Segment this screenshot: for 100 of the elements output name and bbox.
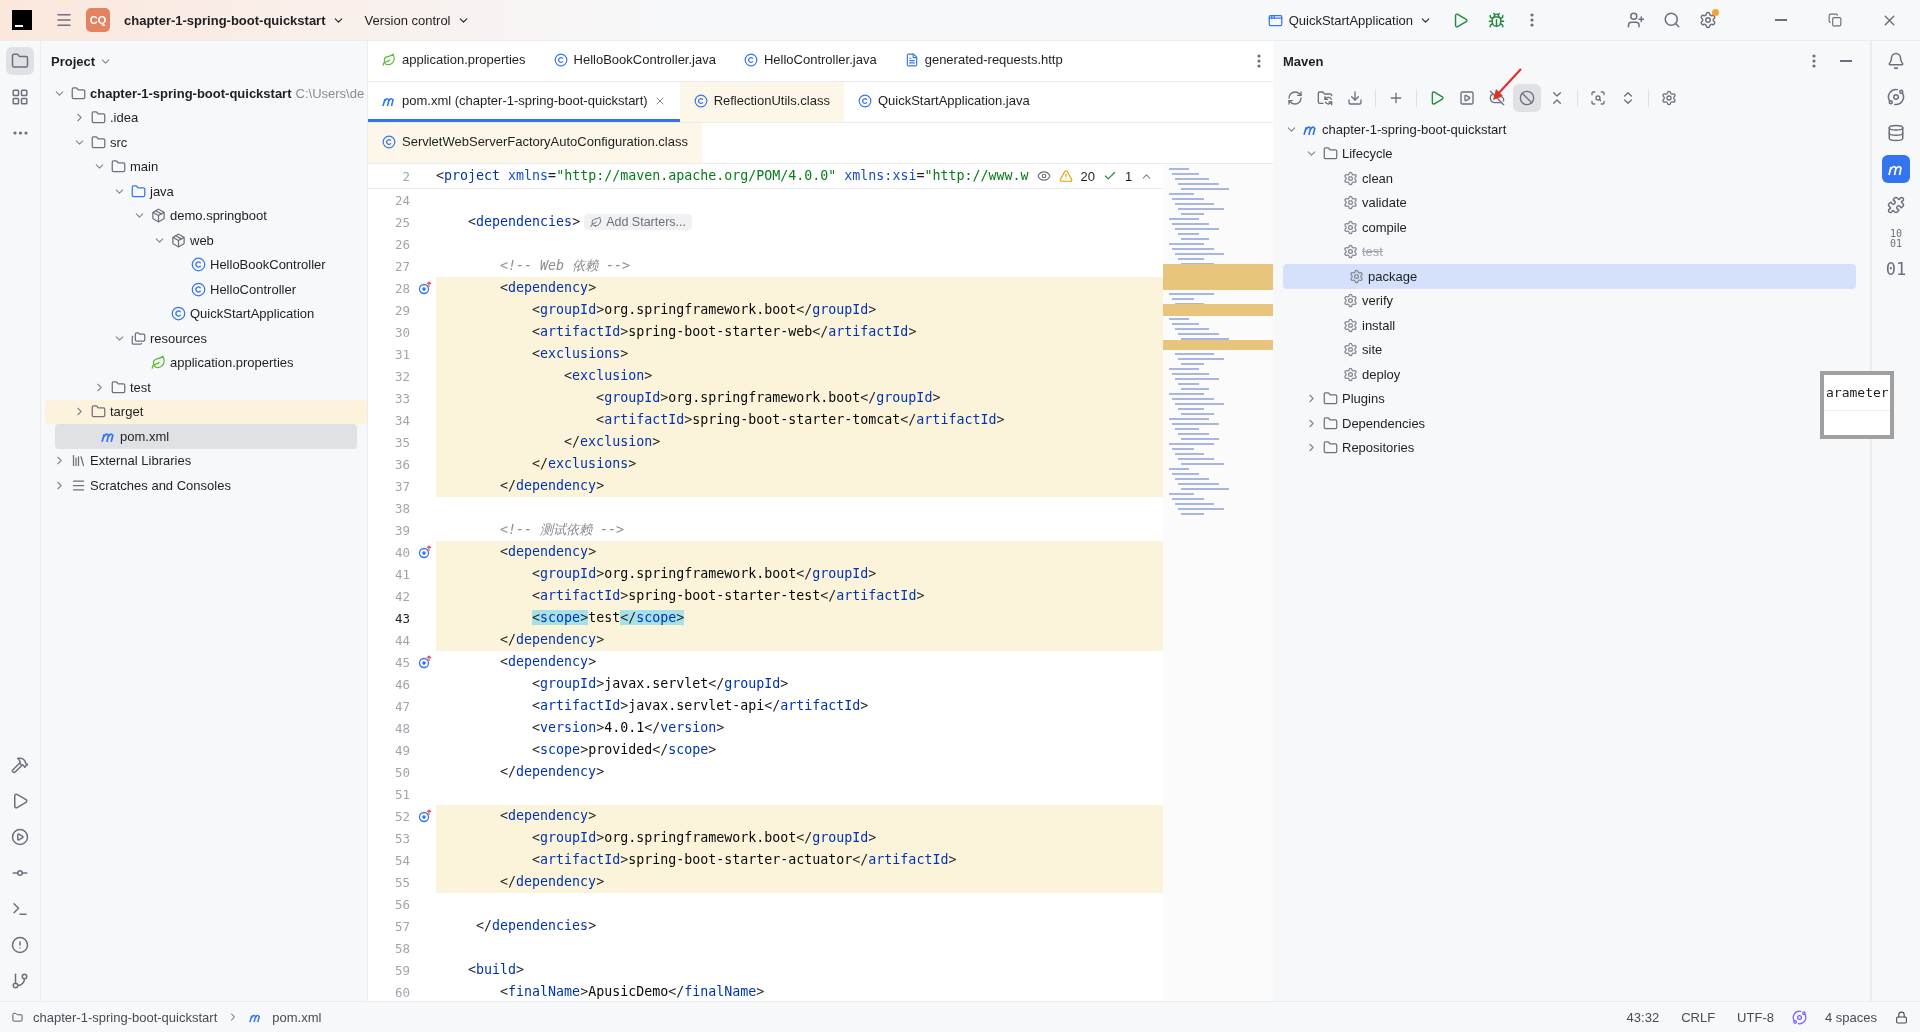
tree-item-label: External Libraries [90, 453, 192, 469]
code-line: <dependency> [499, 279, 597, 297]
line-number: 28 [393, 280, 410, 296]
line-number: 26 [393, 236, 410, 252]
code-line: <scope>test</scope> [531, 609, 685, 627]
code-line: <artifactId>spring-boot-starter-actuator</artifactId> [531, 851, 957, 869]
project-badge: CQ [86, 8, 110, 32]
code-line: </dependency> [499, 631, 605, 649]
parameter-tooltip: arameter [1820, 371, 1894, 439]
code-line: <scope>provided</scope> [531, 741, 717, 759]
line-number: 30 [393, 324, 410, 340]
tree-item-label: pom.xml [120, 428, 170, 444]
line-number: 53 [393, 830, 410, 846]
code-line: <exclusions> [531, 345, 629, 363]
line-number: 29 [393, 302, 410, 318]
tree-item-label: java [150, 183, 174, 199]
line-number: 24 [393, 192, 410, 208]
code-line: <artifactId>javax.servlet-api</artifactId> [531, 697, 869, 715]
code-line: </dependency> [499, 873, 605, 891]
maven-item-label: Repositories [1342, 440, 1415, 456]
line-number: 47 [393, 698, 410, 714]
tree-item-label: target [110, 404, 144, 420]
line-number: 39 [393, 522, 410, 538]
code-line: <build> [467, 961, 525, 979]
line-number: 2 [401, 168, 410, 184]
code-line: </dependency> [499, 763, 605, 781]
tree-item-label: QuickStartApplication [190, 306, 315, 322]
code-line: </exclusion> [563, 433, 661, 451]
code-line: <groupId>org.springframework.boot</groupId> [531, 565, 877, 583]
line-number: 58 [393, 940, 410, 956]
maven-item-label: Plugins [1342, 391, 1385, 407]
line-number: 52 [393, 808, 410, 824]
line-number: 35 [393, 434, 410, 450]
line-number: 60 [393, 984, 410, 1000]
line-number: 40 [393, 544, 410, 560]
line-number: 38 [393, 500, 410, 516]
code-line: <exclusion> [563, 367, 653, 385]
tree-item-label: HelloController [210, 281, 296, 297]
code-line: <artifactId>spring-boot-starter-web</artifactId> [531, 323, 917, 341]
line-number: 50 [393, 764, 410, 780]
line-number: 49 [393, 742, 410, 758]
maven-item-label: site [1362, 342, 1383, 358]
line-number: 56 [393, 896, 410, 912]
line-number: 55 [393, 874, 410, 890]
line-number: 54 [393, 852, 410, 868]
line-number: 41 [393, 566, 410, 582]
line-number: 44 [393, 632, 410, 648]
code-line: <groupId>javax.servlet</groupId> [531, 675, 789, 693]
line-number: 59 [393, 962, 410, 978]
line-number: 34 [393, 412, 410, 428]
code-line: <groupId>org.springframework.boot</groupId> [531, 301, 877, 319]
code-line: <!-- 测试依赖 --> [499, 521, 625, 539]
tree-item-label: src [110, 134, 128, 150]
tree-item-label: web [190, 232, 214, 248]
line-number: 27 [393, 258, 410, 274]
path-hint: C:\Users\de [295, 85, 365, 101]
line-number: 25 [393, 214, 410, 230]
code-line: <!-- Web 依赖 --> [499, 257, 631, 275]
sticky-code-line: <project xmlns="http://maven.apache.org/POM/4.0.0" xmlns:xsi="http://www.w [436, 167, 1029, 185]
tree-item-label: .idea [110, 110, 139, 126]
tree-item-label: HelloBookController [210, 257, 326, 273]
code-line: <groupId>org.springframework.boot</groupId> [531, 829, 877, 847]
code-line: <groupId>org.springframework.boot</groupId> [595, 389, 941, 407]
maven-item-label: compile [1362, 219, 1407, 235]
maven-item-label: verify [1362, 293, 1394, 309]
line-number: 37 [393, 478, 410, 494]
code-line: <version>4.0.1</version> [531, 719, 725, 737]
maven-item-label: package [1368, 268, 1418, 284]
tree-item-label: chapter-1-spring-boot-quickstart [90, 85, 292, 101]
tree-item-label: demo.springboot [170, 208, 267, 224]
line-number: 43 [393, 610, 410, 626]
line-number: 32 [393, 368, 410, 384]
code-line: </exclusions> [531, 455, 637, 473]
line-number: 57 [393, 918, 410, 934]
tree-item-label: Scratches and Consoles [90, 477, 231, 493]
line-number: 33 [393, 390, 410, 406]
code-line: <dependency> [499, 543, 597, 561]
code-line: <dependencies> [467, 213, 581, 231]
tree-item-label: application.properties [170, 355, 294, 371]
code-line: <artifactId>spring-boot-starter-tomcat</artifactId> [595, 411, 1005, 429]
code-line: </dependencies> [475, 917, 597, 935]
code-line: <dependency> [499, 653, 597, 671]
code-line: <finalName>ApusicDemo</finalName> [499, 983, 765, 1001]
tree-item-label: test [130, 379, 151, 395]
maven-item-label: Dependencies [1342, 415, 1426, 431]
maven-item-label: test [1362, 244, 1383, 260]
tree-item-label: main [130, 159, 159, 175]
maven-item-label: validate [1362, 195, 1407, 211]
line-number: 36 [393, 456, 410, 472]
line-number: 31 [393, 346, 410, 362]
maven-item-label: clean [1362, 170, 1394, 186]
line-number: 51 [393, 786, 410, 802]
line-number: 46 [393, 676, 410, 692]
code-line: <artifactId>spring-boot-starter-test</artifactId> [531, 587, 925, 605]
maven-item-label: chapter-1-spring-boot-quickstart [1322, 121, 1507, 137]
line-number: 42 [393, 588, 410, 604]
code-line: <dependency> [499, 807, 597, 825]
maven-item-label: deploy [1362, 366, 1401, 382]
maven-item-label: install [1362, 317, 1396, 333]
line-number: 45 [393, 654, 410, 670]
